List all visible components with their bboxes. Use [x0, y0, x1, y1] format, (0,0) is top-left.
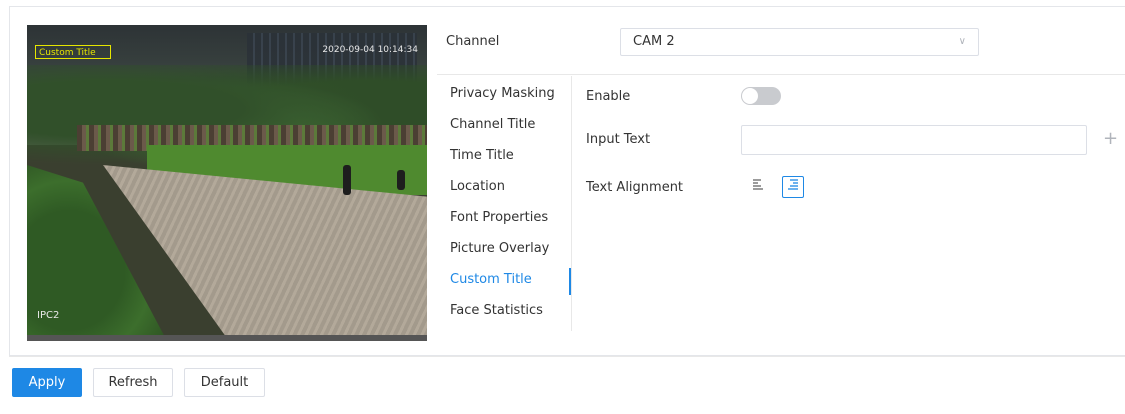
- enable-label: Enable: [586, 89, 631, 104]
- apply-button[interactable]: Apply: [12, 368, 82, 397]
- overlay-custom-title[interactable]: Custom Title: [35, 45, 111, 59]
- osd-menu: Privacy Masking Channel Title Time Title…: [437, 78, 571, 326]
- align-left-icon[interactable]: [747, 176, 769, 198]
- menu-item-custom-title[interactable]: Custom Title: [437, 264, 571, 295]
- menu-item-face-statistics[interactable]: Face Statistics: [437, 295, 571, 326]
- menu-item-time-title[interactable]: Time Title: [437, 140, 571, 171]
- enable-toggle[interactable]: [741, 87, 781, 105]
- default-button[interactable]: Default: [184, 368, 265, 397]
- menu-item-font-properties[interactable]: Font Properties: [437, 202, 571, 233]
- menu-item-privacy-masking[interactable]: Privacy Masking: [437, 78, 571, 109]
- align-left-glyph: [753, 179, 763, 190]
- chevron-down-icon: ∨: [958, 36, 966, 47]
- video-preview: Custom Title 2020-09-04 10:14:34 IPC2: [27, 25, 427, 341]
- align-right-icon[interactable]: [782, 176, 804, 198]
- channel-select[interactable]: CAM 2 ∨: [620, 28, 979, 56]
- menu-item-channel-title[interactable]: Channel Title: [437, 109, 571, 140]
- input-text-label: Input Text: [586, 132, 651, 147]
- menu-item-location[interactable]: Location: [437, 171, 571, 202]
- plus-icon[interactable]: +: [1103, 128, 1118, 149]
- divider: [437, 74, 1125, 75]
- toggle-knob: [742, 88, 758, 104]
- footer-divider: [9, 356, 1125, 357]
- overlay-time: 2020-09-04 10:14:34: [322, 45, 418, 55]
- refresh-button[interactable]: Refresh: [93, 368, 173, 397]
- align-right-glyph: [788, 179, 798, 190]
- channel-select-value: CAM 2: [633, 34, 675, 49]
- text-alignment-label: Text Alignment: [586, 180, 684, 195]
- preview-person: [397, 170, 405, 190]
- menu-divider: [571, 76, 572, 331]
- menu-item-picture-overlay[interactable]: Picture Overlay: [437, 233, 571, 264]
- channel-label: Channel: [446, 34, 500, 49]
- input-text-field[interactable]: [741, 125, 1087, 155]
- preview-bottom-bar: [27, 335, 427, 341]
- preview-person: [343, 165, 351, 195]
- overlay-channel-name: IPC2: [37, 310, 60, 321]
